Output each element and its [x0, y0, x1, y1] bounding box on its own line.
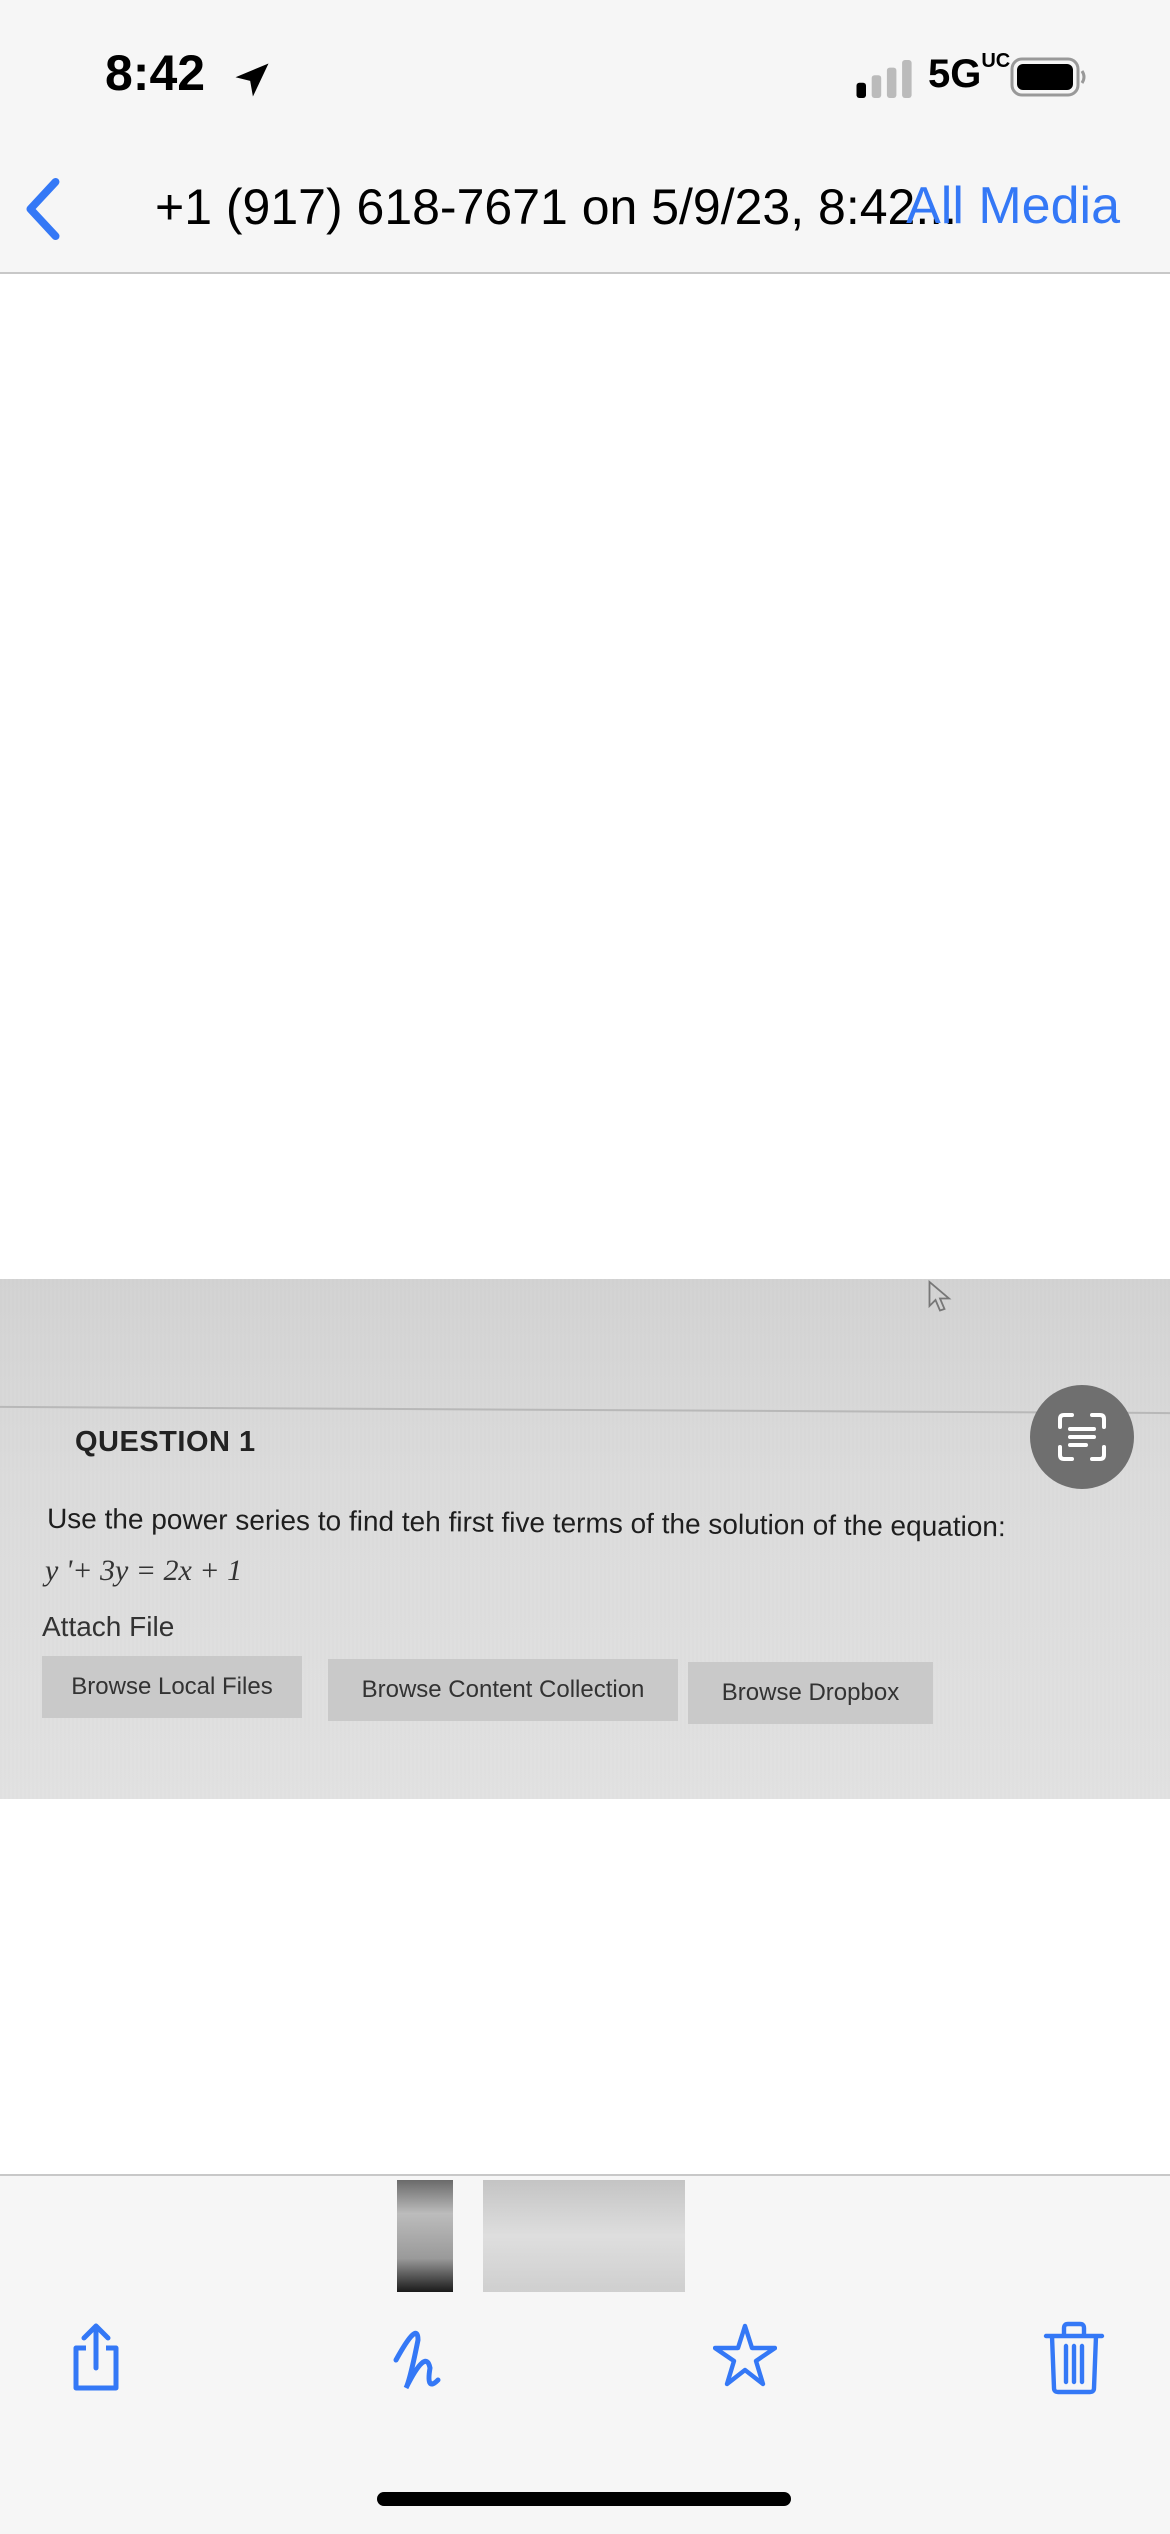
chevron-left-icon[interactable] — [22, 176, 62, 242]
photo-viewer[interactable]: QUESTION 1 Use the power series to find … — [0, 274, 1170, 2174]
trash-icon[interactable] — [1042, 2320, 1106, 2396]
thumbnail-current[interactable] — [483, 2180, 685, 2292]
nav-title: +1 (917) 618-7671 on 5/9/23, 8:42... — [155, 179, 958, 235]
battery-icon — [1010, 57, 1086, 97]
live-text-button[interactable] — [1030, 1385, 1134, 1489]
nav-bar: +1 (917) 618-7671 on 5/9/23, 8:42... All… — [0, 150, 1170, 274]
location-arrow-icon — [235, 63, 269, 97]
status-bar: 8:42 5GUC — [0, 0, 1170, 150]
browse-content-collection-button: Browse Content Collection — [328, 1659, 678, 1721]
status-time: 8:42 — [105, 45, 206, 101]
markup-icon[interactable] — [390, 2320, 454, 2396]
favorite-star-icon[interactable] — [713, 2320, 777, 2396]
attach-file-label: Attach File — [42, 1611, 175, 1642]
question-equation: y '+ 3y = 2x + 1 — [45, 1554, 243, 1587]
question-title: QUESTION 1 — [75, 1426, 256, 1458]
photo[interactable]: QUESTION 1 Use the power series to find … — [0, 1279, 1170, 1799]
live-text-scan-icon — [1058, 1413, 1106, 1461]
all-media-button[interactable]: All Media — [906, 176, 1120, 236]
cellular-signal-icon — [856, 60, 912, 98]
browse-local-files-button: Browse Local Files — [42, 1656, 302, 1718]
browse-dropbox-button: Browse Dropbox — [688, 1662, 933, 1724]
network-type: 5GUC — [928, 50, 1011, 96]
mouse-cursor-icon — [928, 1280, 952, 1312]
home-indicator[interactable] — [377, 2492, 791, 2506]
thumbnail-previous[interactable] — [397, 2180, 453, 2292]
share-icon[interactable] — [64, 2320, 128, 2396]
